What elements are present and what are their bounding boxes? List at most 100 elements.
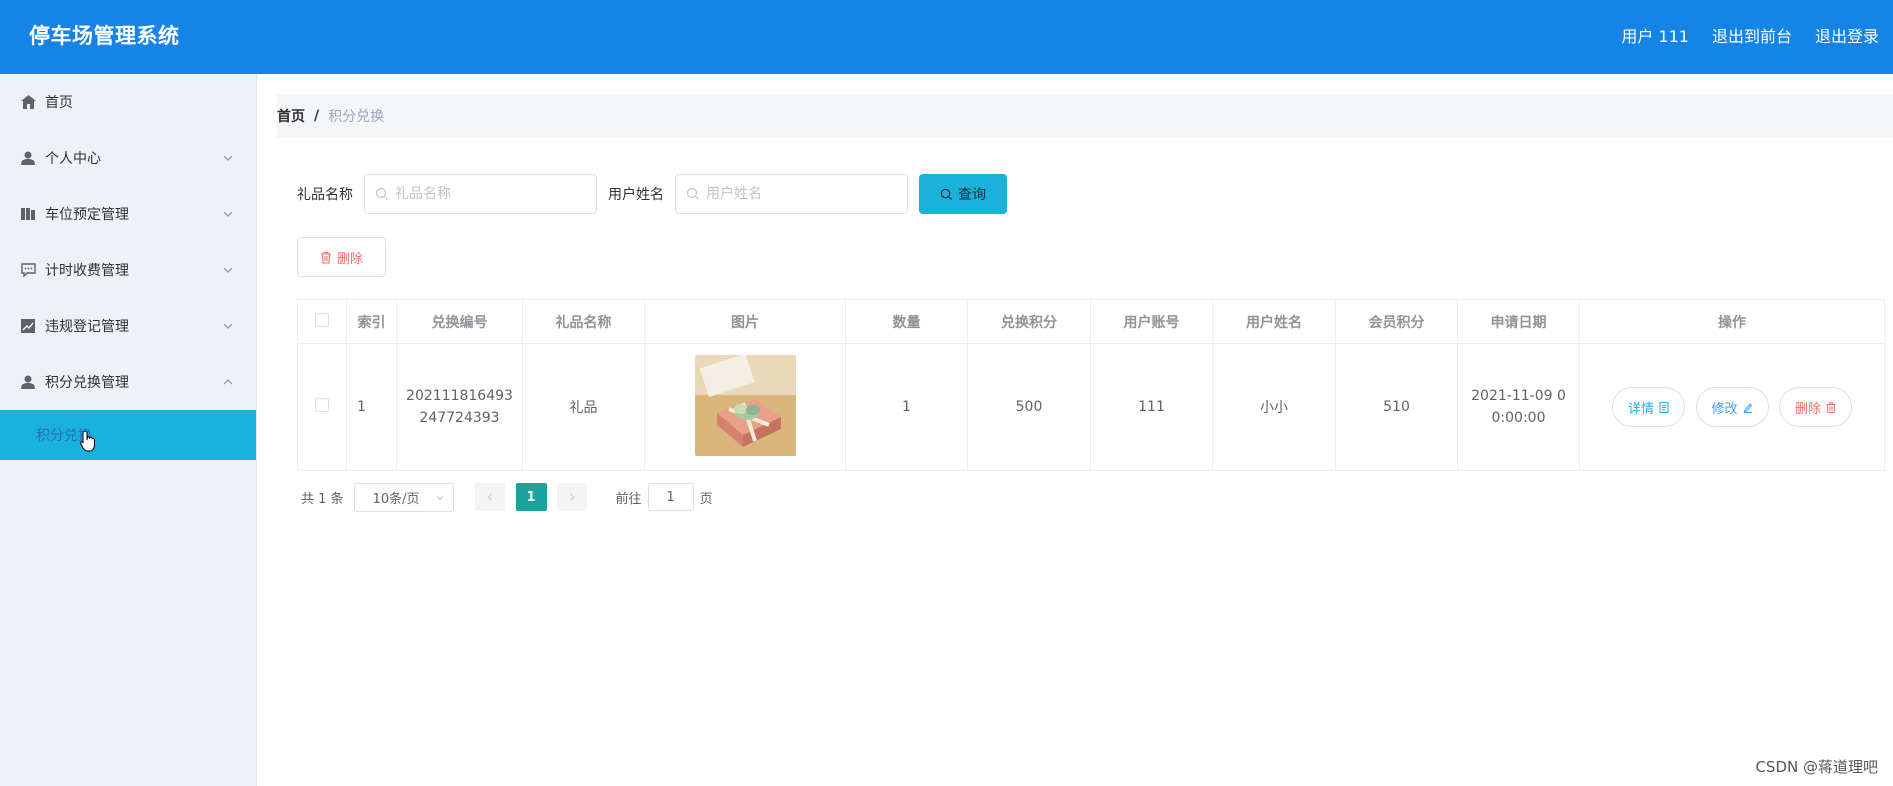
gift-image <box>694 354 796 456</box>
delete-button[interactable]: 删除 <box>1778 387 1852 427</box>
sidebar-item-label: 积分兑换管理 <box>45 375 129 391</box>
search-icon <box>375 187 388 200</box>
col-header: 用户姓名 <box>1212 299 1336 344</box>
prev-page-button[interactable] <box>474 483 505 511</box>
breadcrumb-current: 积分兑换 <box>328 109 385 125</box>
gift-name-input[interactable] <box>395 186 585 202</box>
query-button[interactable]: 查询 <box>919 174 1007 214</box>
row-checkbox[interactable] <box>315 398 329 412</box>
chevron-down-icon <box>223 323 233 329</box>
watermark: CSDN @蒋道理吧 <box>1755 758 1878 776</box>
edit-button-label: 修改 <box>1711 401 1738 417</box>
col-header: 用户账号 <box>1090 299 1213 344</box>
message-icon <box>20 262 36 278</box>
breadcrumb-separator: / <box>314 108 320 124</box>
cell-code-line2: 247724393 <box>419 410 500 426</box>
sidebar-item-personal[interactable]: 个人中心 <box>0 130 256 186</box>
chevron-right-icon <box>569 493 574 501</box>
col-header: 图片 <box>644 299 846 344</box>
select-all-checkbox[interactable] <box>315 312 329 327</box>
cell-code-line1: 202111816493 <box>406 388 513 404</box>
col-header: 礼品名称 <box>522 299 645 344</box>
cell-actions: 详情 修改 删除 <box>1579 343 1885 471</box>
chevron-down-icon <box>436 495 443 500</box>
document-icon <box>1659 401 1669 413</box>
sidebar-item-label: 首页 <box>45 95 73 111</box>
col-header: 兑换积分 <box>967 299 1091 344</box>
select-all-cell <box>297 299 347 344</box>
user-name-label: 用户姓名 <box>608 187 664 203</box>
sidebar-item-label: 违规登记管理 <box>45 319 129 335</box>
chevron-down-icon <box>223 211 233 217</box>
next-page-button[interactable] <box>556 483 587 511</box>
home-icon <box>20 94 36 110</box>
sidebar-item-parking[interactable]: 车位预定管理 <box>0 186 256 242</box>
query-button-label: 查询 <box>958 187 986 203</box>
chart-icon <box>20 318 36 334</box>
app-title: 停车场管理系统 <box>29 24 180 48</box>
search-form: 礼品名称 用户姓名 查询 <box>297 174 1007 214</box>
page-number-current[interactable]: 1 <box>515 483 547 511</box>
hand-cursor-icon <box>80 430 95 452</box>
col-header: 数量 <box>845 299 968 344</box>
exchange-table: 索引 兑换编号 礼品名称 图片 数量 兑换积分 用户账号 用户姓名 会员积分 申… <box>297 299 1885 471</box>
top-header: 停车场管理系统 用户 111 退出到前台 退出登录 <box>0 0 1893 74</box>
table-header-row: 索引 兑换编号 礼品名称 图片 数量 兑换积分 用户账号 用户姓名 会员积分 申… <box>297 299 1885 344</box>
to-front-link[interactable]: 退出到前台 <box>1712 23 1792 47</box>
cell-date: 2021-11-09 0 0:00:00 <box>1457 343 1580 471</box>
delete-button-label: 删除 <box>1794 401 1821 417</box>
sidebar-item-billing[interactable]: 计时收费管理 <box>0 242 256 298</box>
goto-page-input[interactable]: 1 <box>647 483 694 511</box>
col-header: 兑换编号 <box>396 299 523 344</box>
search-icon <box>686 187 699 200</box>
sidebar: 首页 个人中心 车位预定管理 计时收费管理 违规登记管理 积分兑换管理 积分兑换 <box>0 74 257 786</box>
cell-index: 1 <box>346 343 397 471</box>
user-icon <box>20 374 36 390</box>
goto-page: 前往 1 页 <box>616 483 713 511</box>
parking-icon <box>20 206 36 222</box>
edit-icon <box>1743 402 1752 413</box>
gift-name-label: 礼品名称 <box>297 187 353 203</box>
cell-username: 小小 <box>1212 343 1336 471</box>
breadcrumb: 首页 / 积分兑换 <box>277 94 1893 138</box>
page-size-select[interactable]: 10条/页 <box>353 482 454 512</box>
batch-delete-label: 删除 <box>336 251 363 267</box>
header-links: 用户 111 退出到前台 退出登录 <box>1621 23 1879 47</box>
logout-link[interactable]: 退出登录 <box>1815 23 1879 47</box>
goto-label: 前往 <box>615 491 642 507</box>
page-size-value: 10条/页 <box>372 491 420 507</box>
sidebar-item-violation[interactable]: 违规登记管理 <box>0 298 256 354</box>
detail-button-label: 详情 <box>1628 401 1655 417</box>
gift-name-field[interactable] <box>364 174 597 214</box>
detail-button[interactable]: 详情 <box>1612 387 1686 427</box>
batch-delete-button[interactable]: 删除 <box>297 237 386 277</box>
main-content: 首页 / 积分兑换 礼品名称 用户姓名 查询 删除 索引 兑换编号 礼品名称 <box>257 74 1893 786</box>
chevron-left-icon <box>487 493 492 501</box>
cell-account: 111 <box>1090 343 1213 471</box>
cell-date-line1: 2021-11-09 0 <box>1471 388 1566 404</box>
user-link[interactable]: 用户 111 <box>1621 23 1689 47</box>
row-select-cell <box>297 343 347 471</box>
cell-qty: 1 <box>845 343 968 471</box>
user-icon <box>20 150 36 166</box>
col-header: 申请日期 <box>1457 299 1580 344</box>
chevron-down-icon <box>223 155 233 161</box>
chevron-up-icon <box>223 379 233 385</box>
sidebar-item-home[interactable]: 首页 <box>0 74 256 130</box>
cell-member-points: 510 <box>1335 343 1458 471</box>
sidebar-item-label: 车位预定管理 <box>45 207 129 223</box>
sidebar-item-points[interactable]: 积分兑换管理 <box>0 354 256 410</box>
sidebar-item-label: 个人中心 <box>45 151 101 167</box>
sidebar-subitem-points-exchange[interactable]: 积分兑换 <box>0 410 256 460</box>
col-header: 操作 <box>1579 299 1885 344</box>
breadcrumb-home[interactable]: 首页 <box>277 106 305 126</box>
col-header: 会员积分 <box>1335 299 1458 344</box>
table-row: 1 202111816493 247724393 礼品 1 500 111 小小… <box>297 343 1885 471</box>
edit-button[interactable]: 修改 <box>1695 387 1769 427</box>
trash-icon <box>1826 402 1836 413</box>
user-name-input[interactable] <box>706 186 896 202</box>
user-name-field[interactable] <box>675 174 908 214</box>
cell-code: 202111816493 247724393 <box>396 343 523 471</box>
cell-image <box>644 343 846 471</box>
trash-icon <box>320 251 331 264</box>
